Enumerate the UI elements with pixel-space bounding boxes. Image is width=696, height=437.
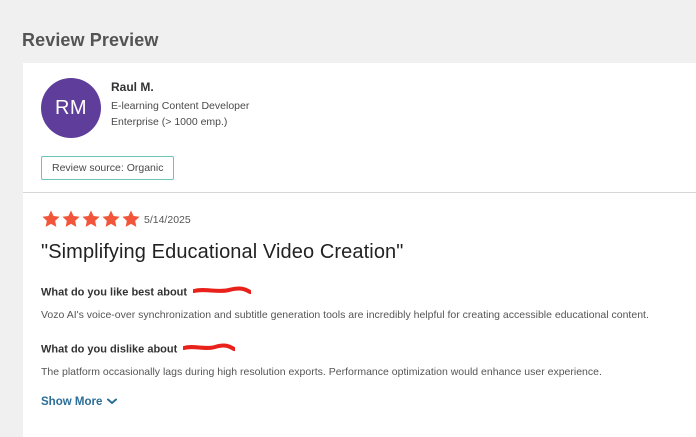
avatar: RM <box>41 78 101 138</box>
show-more-button[interactable]: Show More <box>41 396 118 408</box>
star-icon <box>81 209 101 229</box>
star-rating <box>41 209 141 229</box>
review-source-badge: Review source: Organic <box>41 156 175 180</box>
chevron-down-icon <box>107 396 118 408</box>
like-best-heading: What do you like best about <box>41 286 253 299</box>
dislike-answer: The platform occasionally lags during hi… <box>41 366 602 378</box>
like-best-answer: Vozo AI's voice-over synchronization and… <box>41 309 649 321</box>
dislike-heading: What do you dislike about <box>41 343 237 356</box>
show-more-label: Show More <box>41 396 103 408</box>
review-date: 5/14/2025 <box>144 214 191 226</box>
reviewer-name: Raul M. <box>111 80 154 94</box>
reviewer-role: E-learning Content Developer <box>111 100 250 112</box>
divider <box>23 192 696 193</box>
star-icon <box>101 209 121 229</box>
page-title: Review Preview <box>22 30 159 50</box>
redaction-mark <box>182 343 237 356</box>
star-icon <box>41 209 61 229</box>
review-title: "Simplifying Educational Video Creation" <box>41 241 404 263</box>
dislike-heading-text: What do you dislike about <box>41 343 178 356</box>
star-icon <box>61 209 81 229</box>
review-source-label: Review source: Organic <box>52 162 164 174</box>
reviewer-company-size: Enterprise (> 1000 emp.) <box>111 116 228 128</box>
redaction-mark <box>192 286 253 299</box>
review-card: RM Raul M. E-learning Content Developer … <box>23 63 696 437</box>
like-best-heading-text: What do you like best about <box>41 286 188 299</box>
star-icon <box>121 209 141 229</box>
